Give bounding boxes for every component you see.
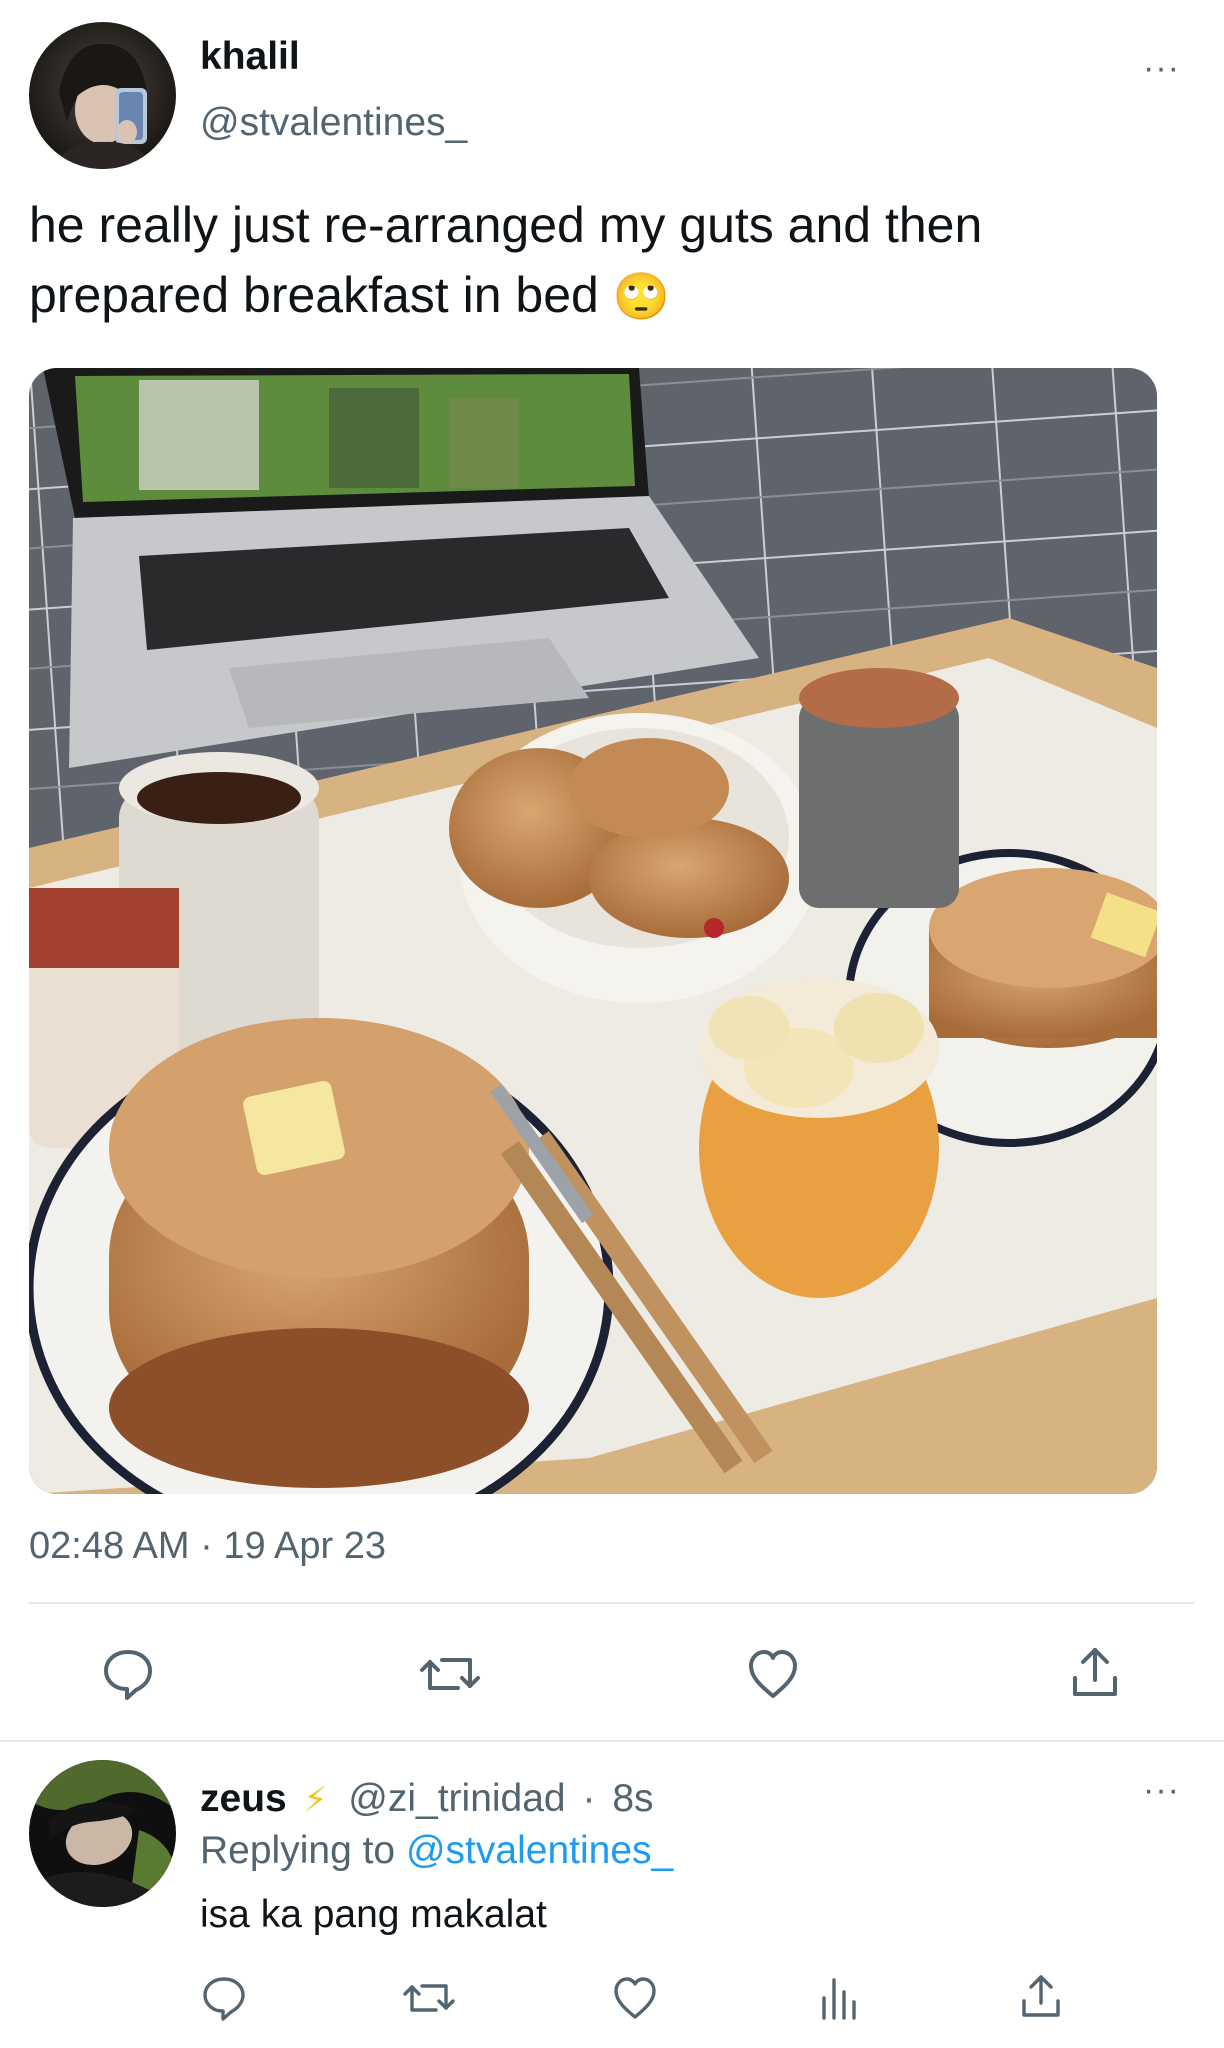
reply-author-avatar[interactable] — [29, 1760, 176, 1907]
tweet-timestamp[interactable]: 02:48 AM · 19 Apr 23 — [29, 1522, 386, 1570]
retweet-icon[interactable] — [402, 1974, 456, 2022]
share-icon[interactable] — [1017, 1972, 1065, 2020]
tweet-text-body: he really just re-arranged my guts and t… — [29, 197, 983, 323]
eye-roll-emoji: 🙄 — [612, 270, 671, 322]
replying-to-label: Replying to — [200, 1829, 396, 1872]
divider — [29, 1602, 1194, 1604]
section-divider — [0, 1740, 1224, 1742]
author-handle[interactable]: @stvalentines_ — [200, 100, 467, 146]
reply-text: isa ka pang makalat — [200, 1893, 547, 1936]
reply-icon[interactable] — [200, 1974, 248, 2022]
replying-to: Replying to @stvalentines_ — [200, 1826, 673, 1876]
more-options-icon[interactable]: ··· — [1143, 51, 1180, 85]
reply-icon[interactable] — [100, 1646, 156, 1702]
reply-author-name[interactable]: zeus — [200, 1777, 287, 1820]
heart-icon[interactable] — [745, 1646, 801, 1702]
reply-author-handle[interactable]: @zi_trinidad — [348, 1777, 565, 1820]
replying-to-handle[interactable]: @stvalentines_ — [406, 1829, 673, 1872]
tweet-text: he really just re-arranged my guts and t… — [29, 190, 1159, 331]
author-avatar[interactable] — [29, 22, 176, 169]
tweet-photo[interactable] — [29, 368, 1157, 1494]
reply-time[interactable]: 8s — [612, 1777, 653, 1820]
share-icon[interactable] — [1067, 1644, 1123, 1700]
reply-more-options-icon[interactable]: ··· — [1143, 1773, 1180, 1807]
author-name[interactable]: khalil — [200, 34, 300, 80]
reply-header: zeus ⚡ @zi_trinidad · 8s — [200, 1774, 654, 1825]
lightning-badge-icon: ⚡ — [303, 1781, 328, 1819]
analytics-icon[interactable] — [816, 1974, 864, 2022]
retweet-icon[interactable] — [418, 1646, 482, 1702]
heart-icon[interactable] — [611, 1974, 659, 2022]
time-separator: · — [582, 1777, 596, 1820]
